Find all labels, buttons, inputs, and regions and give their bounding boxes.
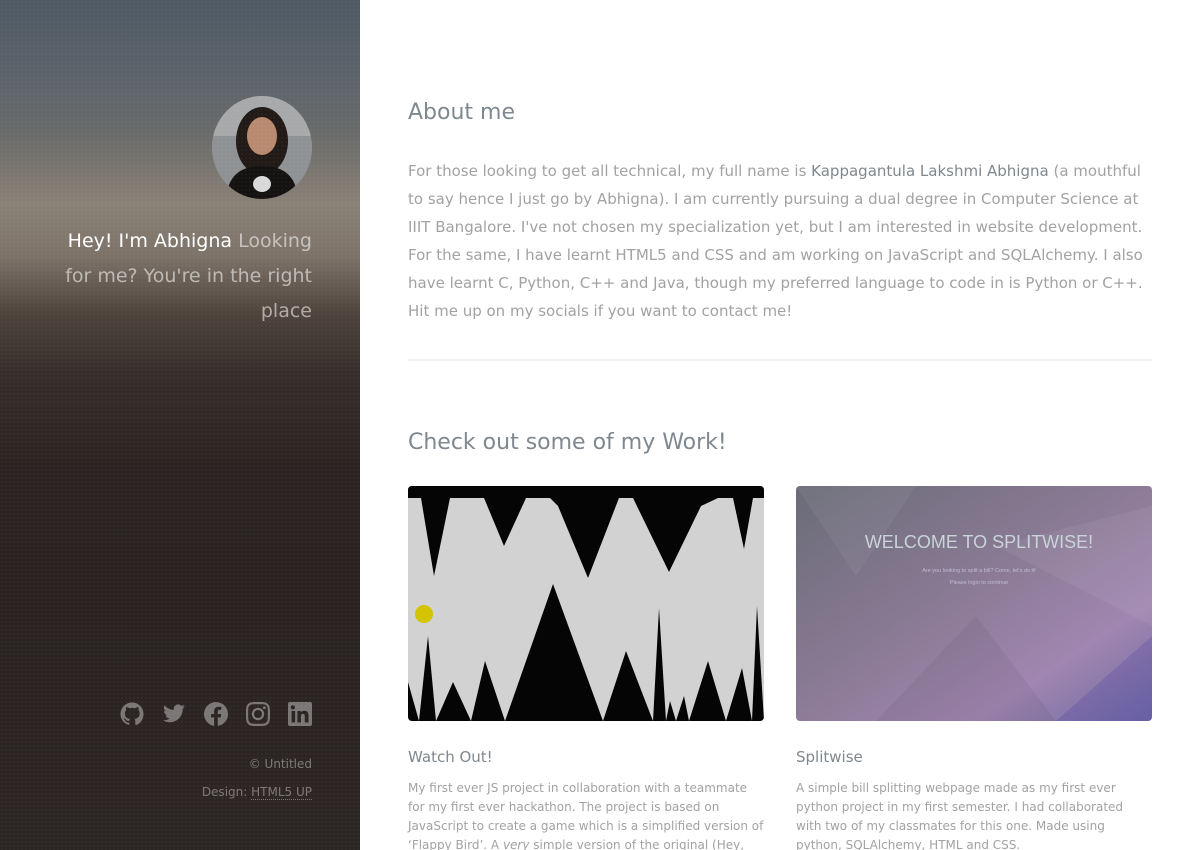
work-title: Check out some of my Work! bbox=[408, 430, 727, 455]
linkedin-link[interactable] bbox=[288, 702, 312, 726]
project-description: My first ever JS project in collaboratio… bbox=[408, 779, 764, 850]
design-label: Design: bbox=[201, 785, 248, 799]
copyright: © Untitled Design: HTML5 UP bbox=[202, 750, 312, 806]
greeting-name: Hey! I'm Abhigna bbox=[67, 230, 233, 252]
html5up-link[interactable]: HTML5 UP bbox=[251, 785, 312, 800]
facebook-link[interactable] bbox=[204, 702, 229, 726]
watch-out-thumbnail[interactable] bbox=[408, 486, 764, 721]
github-link[interactable] bbox=[120, 702, 144, 726]
about-title: About me bbox=[408, 100, 516, 125]
avatar bbox=[212, 96, 312, 199]
linkedin-icon bbox=[288, 702, 312, 726]
flappy-game-screenshot bbox=[408, 486, 764, 721]
copyright-text: © Untitled bbox=[248, 757, 312, 771]
emphasis-text: very bbox=[502, 838, 530, 850]
social-links bbox=[120, 702, 312, 726]
splitwise-screenshot: WELCOME TO SPLITWISE! Are you looking to… bbox=[796, 486, 1152, 721]
about-text-intro: For those looking to get all technical, … bbox=[408, 162, 812, 180]
twitter-icon bbox=[163, 704, 185, 723]
project-description: A simple bill splitting webpage made as … bbox=[796, 781, 1124, 850]
project-card-splitwise: WELCOME TO SPLITWISE! Are you looking to… bbox=[796, 486, 1152, 850]
design-credit: Design: HTML5 UP bbox=[202, 778, 312, 806]
splitwise-heading: WELCOME TO SPLITWISE! bbox=[865, 532, 1093, 552]
splitwise-login-hint: Please login to continue bbox=[950, 580, 1008, 586]
github-icon bbox=[120, 702, 144, 726]
about-text-rest: (a mouthful to say hence I just go by Ab… bbox=[408, 162, 1143, 320]
about-text: For those looking to get all technical, … bbox=[408, 157, 1152, 325]
project-card-watch-out: Watch Out! My first ever JS project in c… bbox=[408, 486, 764, 850]
project-title: Splitwise bbox=[796, 748, 863, 766]
project-title: Watch Out! bbox=[408, 748, 493, 766]
full-name: Kappagantula Lakshmi Abhigna bbox=[811, 162, 1049, 180]
twitter-link[interactable] bbox=[162, 702, 186, 726]
intro-text: Hey! I'm Abhigna Looking for me? You're … bbox=[52, 224, 312, 329]
facebook-icon bbox=[204, 702, 229, 726]
instagram-icon bbox=[246, 702, 270, 726]
sidebar: Hey! I'm Abhigna Looking for me? You're … bbox=[0, 0, 360, 850]
instagram-link[interactable] bbox=[246, 702, 270, 726]
profile-photo bbox=[212, 96, 312, 199]
section-divider bbox=[408, 359, 1152, 361]
splitwise-subtitle: Are you looking to split a bill? Come, l… bbox=[922, 568, 1036, 574]
splitwise-thumbnail[interactable]: WELCOME TO SPLITWISE! Are you looking to… bbox=[796, 486, 1152, 721]
